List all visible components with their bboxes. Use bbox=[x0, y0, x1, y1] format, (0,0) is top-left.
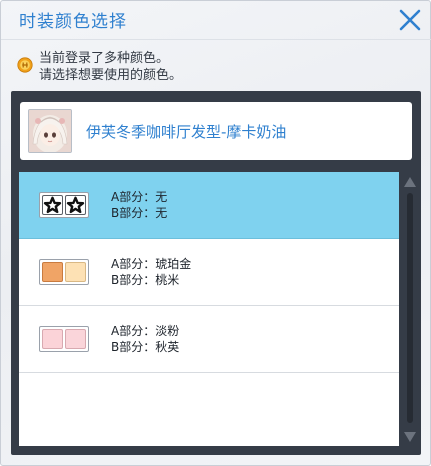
part-b-label: B部分： bbox=[111, 206, 156, 220]
color-option-row[interactable]: A部分：琥珀金 B部分：桃米 bbox=[19, 239, 399, 306]
swatch-light-pink bbox=[42, 329, 63, 349]
part-a-label: A部分： bbox=[111, 190, 156, 204]
part-b-line: B部分：桃米 bbox=[111, 272, 191, 288]
part-b-value: 秋英 bbox=[155, 340, 180, 354]
color-panel: 伊芙冬季咖啡厅发型-摩卡奶油 A部分：无 B部分：无 A部分：琥珀金 B部分：桃… bbox=[11, 91, 421, 455]
swatch-pair bbox=[39, 259, 89, 285]
color-option-text: A部分：无 B部分：无 bbox=[111, 189, 167, 221]
part-a-value: 琥珀金 bbox=[155, 257, 192, 271]
part-b-line: B部分：秋英 bbox=[111, 339, 179, 355]
notice-line-1: 当前登录了多种颜色。 bbox=[39, 51, 170, 66]
part-a-value: 淡粉 bbox=[155, 324, 180, 338]
star-icon bbox=[66, 196, 85, 214]
notice-line-2: 请选择想要使用的颜色。 bbox=[39, 68, 183, 83]
part-b-line: B部分：无 bbox=[111, 205, 167, 221]
dialog-titlebar: 时装颜色选择 bbox=[1, 1, 431, 40]
color-option-text: A部分：淡粉 B部分：秋英 bbox=[111, 323, 179, 355]
swatch-none-a bbox=[42, 195, 63, 215]
close-icon bbox=[399, 9, 421, 31]
color-option-row[interactable]: A部分：无 B部分：无 bbox=[19, 172, 399, 239]
part-a-label: A部分： bbox=[111, 324, 156, 338]
dialog-title: 时装颜色选择 bbox=[19, 12, 127, 32]
swatch-pair bbox=[39, 192, 89, 218]
scrollbar[interactable] bbox=[403, 173, 417, 446]
part-b-label: B部分： bbox=[111, 340, 156, 354]
color-option-text: A部分：琥珀金 B部分：桃米 bbox=[111, 256, 191, 288]
avatar bbox=[28, 109, 72, 153]
swatch-peach-rice bbox=[65, 262, 86, 282]
part-a-line: A部分：琥珀金 bbox=[111, 256, 191, 272]
swatch-none-b bbox=[65, 195, 86, 215]
notice-text: 当前登录了多种颜色。 请选择想要使用的颜色。 bbox=[39, 50, 182, 84]
triangle-down-icon[interactable] bbox=[403, 430, 417, 444]
part-a-value: 无 bbox=[155, 190, 168, 204]
swatch-cosmos bbox=[65, 329, 86, 349]
coin-icon bbox=[17, 57, 33, 73]
part-a-line: A部分：无 bbox=[111, 189, 167, 205]
color-option-row[interactable]: A部分：淡粉 B部分：秋英 bbox=[19, 306, 399, 373]
scroll-track[interactable] bbox=[407, 193, 413, 423]
color-select-dialog: 时装颜色选择 当前登录了多种颜色。 请选择想要使用的颜色。 伊芙冬季咖啡厅发型-… bbox=[0, 0, 431, 466]
part-b-label: B部分： bbox=[111, 273, 156, 287]
item-header: 伊芙冬季咖啡厅发型-摩卡奶油 bbox=[20, 102, 412, 160]
part-b-value: 桃米 bbox=[155, 273, 180, 287]
swatch-pair bbox=[39, 326, 89, 352]
close-button[interactable] bbox=[396, 6, 424, 34]
color-option-list: A部分：无 B部分：无 A部分：琥珀金 B部分：桃米 A部分：淡粉 B部分：秋英 bbox=[19, 172, 399, 446]
character-portrait-icon bbox=[29, 110, 71, 152]
star-icon bbox=[43, 196, 62, 214]
item-name: 伊芙冬季咖啡厅发型-摩卡奶油 bbox=[86, 123, 287, 141]
part-b-value: 无 bbox=[155, 206, 168, 220]
part-a-line: A部分：淡粉 bbox=[111, 323, 179, 339]
part-a-label: A部分： bbox=[111, 257, 156, 271]
swatch-amber-gold bbox=[42, 262, 63, 282]
triangle-up-icon[interactable] bbox=[403, 175, 417, 189]
